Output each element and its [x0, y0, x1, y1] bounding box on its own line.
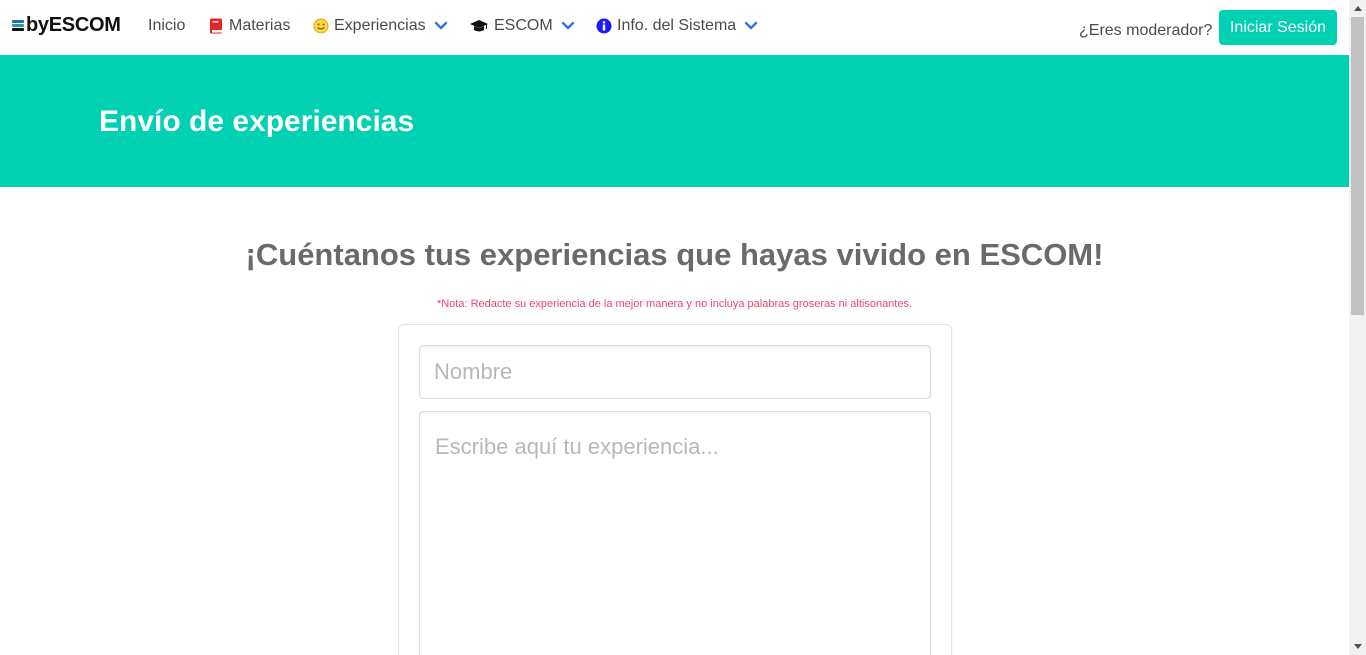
graduation-cap-icon: [469, 19, 489, 33]
nav-item-experiencias[interactable]: Experiencias: [313, 17, 448, 35]
moderator-prompt: ¿Eres moderador?: [1079, 22, 1213, 39]
brand-logo-icon: [12, 19, 24, 32]
nav-item-label: Info. del Sistema: [617, 17, 737, 34]
brand-logo[interactable]: byESCOM: [12, 14, 121, 37]
nav-item-label: ESCOM: [494, 17, 553, 34]
experience-textarea[interactable]: [419, 411, 931, 655]
login-button[interactable]: Iniciar Sesión: [1219, 10, 1337, 45]
scrollbar-thumb[interactable]: [1351, 17, 1364, 315]
scroll-down-arrow-icon[interactable]: [1349, 638, 1366, 655]
smile-icon: [313, 18, 329, 34]
warning-note: *Nota: Redacte su experiencia de la mejo…: [436, 298, 913, 310]
hero-banner: Envío de experiencias: [0, 55, 1349, 187]
nav-item-label: Inicio: [148, 17, 186, 34]
info-icon: [596, 18, 612, 34]
nav-item-label: Experiencias: [334, 17, 426, 34]
page-title: Envío de experiencias: [99, 105, 415, 138]
top-navbar: byESCOM Inicio Materias Experiencias ESC…: [0, 0, 1349, 55]
nav-item-info-sistema[interactable]: Info. del Sistema: [596, 17, 758, 35]
nav-item-inicio[interactable]: Inicio: [148, 17, 185, 35]
nav-item-escom[interactable]: ESCOM: [469, 17, 575, 35]
scroll-up-arrow-icon[interactable]: [1349, 0, 1366, 17]
chevron-down-icon: [434, 21, 448, 31]
page-scrollbar[interactable]: [1349, 0, 1366, 655]
nav-item-materias[interactable]: Materias: [209, 17, 290, 35]
brand-name: byESCOM: [26, 14, 121, 36]
section-heading: ¡Cuéntanos tus experiencias que hayas vi…: [245, 237, 1104, 272]
chevron-down-icon: [561, 21, 575, 31]
nav-item-label: Materias: [229, 17, 291, 34]
chevron-down-icon: [744, 21, 758, 31]
name-input[interactable]: [419, 345, 931, 399]
book-icon: [209, 18, 224, 35]
